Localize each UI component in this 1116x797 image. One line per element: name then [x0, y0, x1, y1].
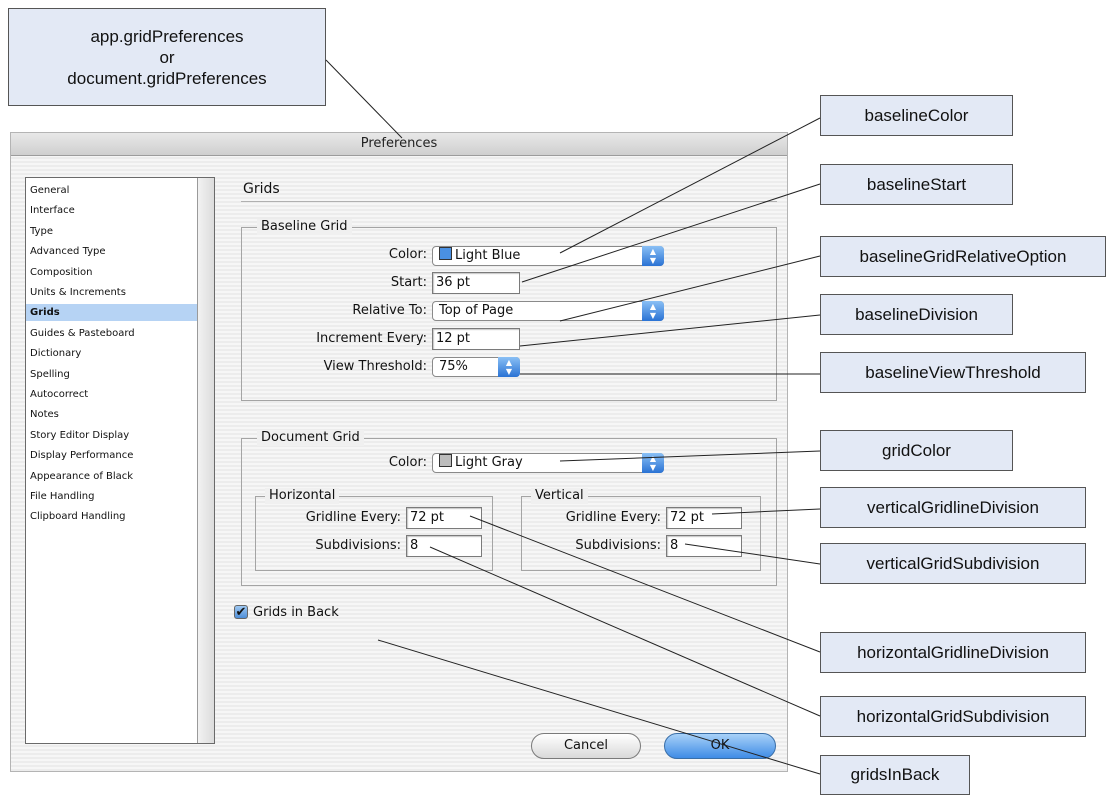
callout-horizontal-gridline-division: horizontalGridlineDivision: [820, 632, 1086, 673]
vertical-subdivisions-label: Subdivisions:: [575, 538, 661, 553]
callout-vertical-grid-subdivision: verticalGridSubdivision: [820, 543, 1086, 584]
sidebar-item-units-increments[interactable]: Units & Increments: [26, 284, 198, 301]
callout-grid-preferences: app.gridPreferences or document.gridPref…: [8, 8, 326, 106]
horizontal-gridline-field[interactable]: 72 pt: [406, 507, 482, 529]
callout-baseline-color: baselineColor: [820, 95, 1013, 136]
sidebar-item-composition[interactable]: Composition: [26, 264, 198, 281]
baseline-color-popup[interactable]: Light Blue ▲ ▼: [432, 246, 664, 266]
callout-line-3: document.gridPreferences: [67, 68, 267, 88]
callout-grid-color: gridColor: [820, 430, 1013, 471]
section-title: Grids: [243, 181, 280, 197]
sidebar-item-guides-pasteboard[interactable]: Guides & Pasteboard: [26, 325, 198, 342]
relative-to-value: Top of Page: [439, 303, 514, 318]
callout-vertical-gridline-division: verticalGridlineDivision: [820, 487, 1086, 528]
horizontal-gridline-label: Gridline Every:: [305, 510, 401, 525]
grids-in-back-checkbox[interactable]: ✔: [234, 605, 248, 619]
ok-button[interactable]: OK: [664, 733, 776, 759]
sidebar-item-type[interactable]: Type: [26, 223, 198, 240]
sidebar-item-file-handling[interactable]: File Handling: [26, 488, 198, 505]
sidebar-item-grids[interactable]: Grids: [26, 304, 198, 322]
preferences-sidebar: General Interface Type Advanced Type Composi…: [25, 177, 215, 744]
callout-baseline-start: baselineStart: [820, 164, 1013, 205]
baseline-start-field[interactable]: 36 pt: [432, 272, 520, 294]
vertical-title: Vertical: [531, 488, 588, 504]
leader-top: [325, 59, 403, 139]
sidebar-item-general[interactable]: General: [26, 182, 198, 199]
view-threshold-stepper[interactable]: 75% ▲ ▼: [432, 357, 520, 377]
horizontal-subdivisions-field[interactable]: 8: [406, 535, 482, 557]
preferences-dialog: Preferences General Interface Type Advanced…: [10, 132, 788, 772]
sidebar-item-dictionary[interactable]: Dictionary: [26, 345, 198, 362]
vertical-subdivisions-field[interactable]: 8: [666, 535, 742, 557]
grid-color-value: Light Gray: [455, 455, 523, 470]
dialog-title: Preferences: [11, 133, 787, 156]
baseline-grid-title: Baseline Grid: [257, 219, 352, 235]
sidebar-item-clipboard-handling[interactable]: Clipboard Handling: [26, 508, 198, 525]
vertical-gridline-field[interactable]: 72 pt: [666, 507, 742, 529]
grid-color-popup[interactable]: Light Gray ▲ ▼: [432, 453, 664, 473]
view-threshold-label: View Threshold:: [323, 359, 427, 374]
increment-every-label: Increment Every:: [316, 331, 427, 346]
callout-baseline-grid-relative-option: baselineGridRelativeOption: [820, 236, 1106, 277]
sidebar-item-notes[interactable]: Notes: [26, 406, 198, 423]
relative-to-popup[interactable]: Top of Page ▲ ▼: [432, 301, 664, 321]
popup-arrows-icon: ▲ ▼: [642, 246, 664, 266]
stepper-arrows-icon: ▲ ▼: [498, 357, 520, 377]
checkmark-icon: ✔: [235, 605, 247, 620]
popup-arrows-icon: ▲ ▼: [642, 453, 664, 473]
callout-grids-in-back: gridsInBack: [820, 755, 970, 795]
sidebar-item-advanced-type[interactable]: Advanced Type: [26, 243, 198, 260]
sidebar-item-spelling[interactable]: Spelling: [26, 366, 198, 383]
baseline-color-label: Color:: [388, 247, 427, 262]
baseline-color-value: Light Blue: [455, 248, 521, 263]
sidebar-item-display-performance[interactable]: Display Performance: [26, 447, 198, 464]
light-blue-swatch: [439, 247, 452, 260]
relative-to-label: Relative To:: [352, 303, 427, 318]
popup-arrows-icon: ▲ ▼: [642, 301, 664, 321]
grids-in-back-label[interactable]: Grids in Back: [253, 605, 339, 620]
grid-color-label: Color:: [388, 455, 427, 470]
sidebar-scrollbar[interactable]: [197, 178, 214, 743]
callout-line-1: app.gridPreferences: [90, 26, 244, 46]
section-title-underline: [241, 201, 777, 202]
light-gray-swatch: [439, 454, 452, 467]
sidebar-item-interface[interactable]: Interface: [26, 202, 198, 219]
sidebar-item-appearance-of-black[interactable]: Appearance of Black: [26, 468, 198, 485]
document-grid-title: Document Grid: [257, 430, 364, 446]
horizontal-subdivisions-label: Subdivisions:: [315, 538, 401, 553]
callout-baseline-division: baselineDivision: [820, 294, 1013, 335]
sidebar-item-autocorrect[interactable]: Autocorrect: [26, 386, 198, 403]
horizontal-title: Horizontal: [265, 488, 340, 504]
sidebar-item-story-editor-display[interactable]: Story Editor Display: [26, 427, 198, 444]
baseline-start-label: Start:: [390, 275, 427, 290]
vertical-gridline-label: Gridline Every:: [565, 510, 661, 525]
callout-line-2: or: [159, 47, 175, 67]
view-threshold-value: 75%: [439, 359, 468, 374]
callout-baseline-view-threshold: baselineViewThreshold: [820, 352, 1086, 393]
callout-horizontal-grid-subdivision: horizontalGridSubdivision: [820, 696, 1086, 737]
cancel-button[interactable]: Cancel: [531, 733, 641, 759]
increment-every-field[interactable]: 12 pt: [432, 328, 520, 350]
